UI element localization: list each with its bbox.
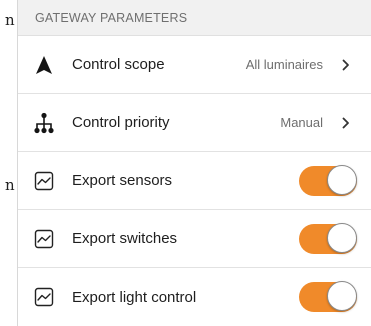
export-light-control-toggle[interactable] [299, 281, 357, 313]
export-switches-row: Export switches [18, 210, 371, 268]
control-priority-value: Manual [280, 115, 323, 130]
background-text-fragment: n [5, 176, 15, 194]
toggle-knob [327, 164, 357, 195]
chevron-right-icon [341, 117, 351, 129]
chart-line-icon [32, 169, 56, 193]
toggle-knob [327, 222, 357, 253]
navigation-arrow-icon [32, 53, 56, 77]
section-header: GATEWAY PARAMETERS [18, 0, 371, 36]
control-priority-row[interactable]: Control priority Manual [18, 94, 371, 152]
chart-line-icon [32, 285, 56, 309]
gateway-parameters-panel: GATEWAY PARAMETERS Control scope All lum… [17, 0, 371, 326]
control-scope-label: Control scope [72, 56, 165, 73]
export-sensors-label: Export sensors [72, 172, 173, 189]
export-sensors-row: Export sensors [18, 152, 371, 210]
page: n n GATEWAY PARAMETERS Control scope All… [0, 0, 371, 326]
export-light-control-label: Export light control [72, 288, 197, 306]
control-scope-value: All luminaires [245, 57, 323, 72]
chart-line-icon [32, 227, 56, 251]
hierarchy-icon [32, 111, 56, 135]
export-switches-toggle[interactable] [299, 222, 357, 255]
chevron-right-icon [341, 59, 351, 71]
control-priority-label: Control priority [72, 114, 170, 131]
background-content-sliver: n n [0, 0, 17, 326]
toggle-knob [327, 281, 357, 311]
export-switches-label: Export switches [72, 230, 178, 247]
background-text-fragment: n [5, 11, 15, 29]
export-sensors-toggle[interactable] [299, 164, 357, 197]
section-title: GATEWAY PARAMETERS [35, 10, 188, 25]
export-light-control-row: Export light control [18, 268, 371, 326]
control-scope-row[interactable]: Control scope All luminaires [18, 36, 371, 94]
